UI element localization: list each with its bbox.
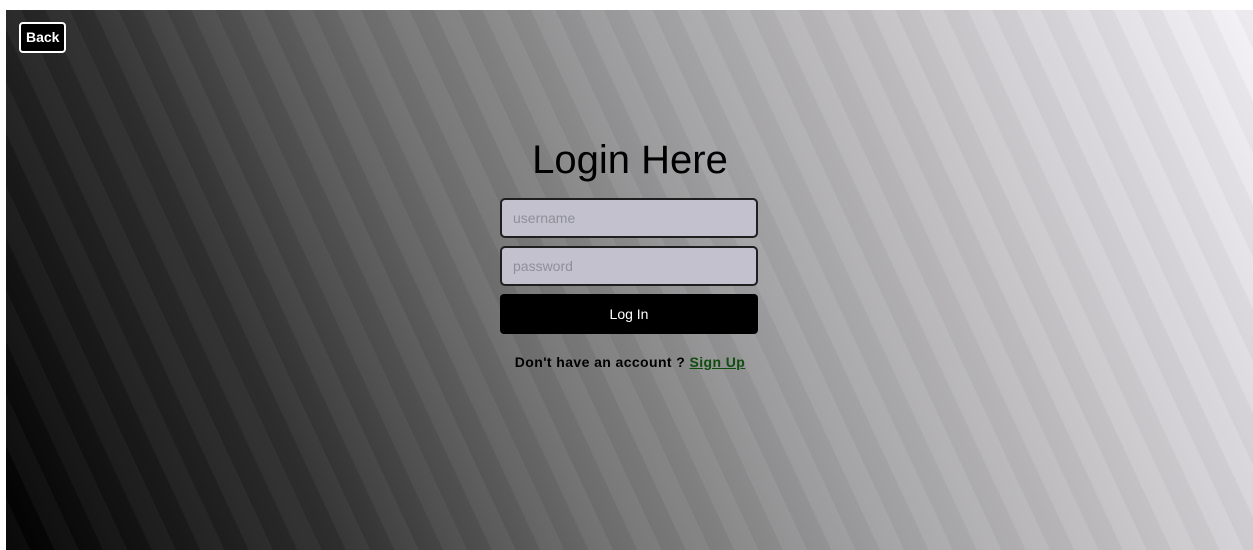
page-viewport: Back Login Here Log In Don't have an acc… bbox=[6, 10, 1253, 550]
signup-link[interactable]: Sign Up bbox=[690, 354, 746, 370]
login-form: Login Here Log In Don't have an account … bbox=[500, 136, 760, 370]
page-title: Login Here bbox=[532, 138, 728, 182]
signup-prompt-text: Don't have an account ? bbox=[514, 354, 686, 370]
signup-prompt-line: Don't have an account ? Sign Up bbox=[500, 354, 760, 370]
username-input[interactable] bbox=[500, 198, 758, 238]
login-button[interactable]: Log In bbox=[500, 294, 758, 334]
back-button[interactable]: Back bbox=[19, 22, 67, 53]
password-input[interactable] bbox=[500, 246, 758, 286]
